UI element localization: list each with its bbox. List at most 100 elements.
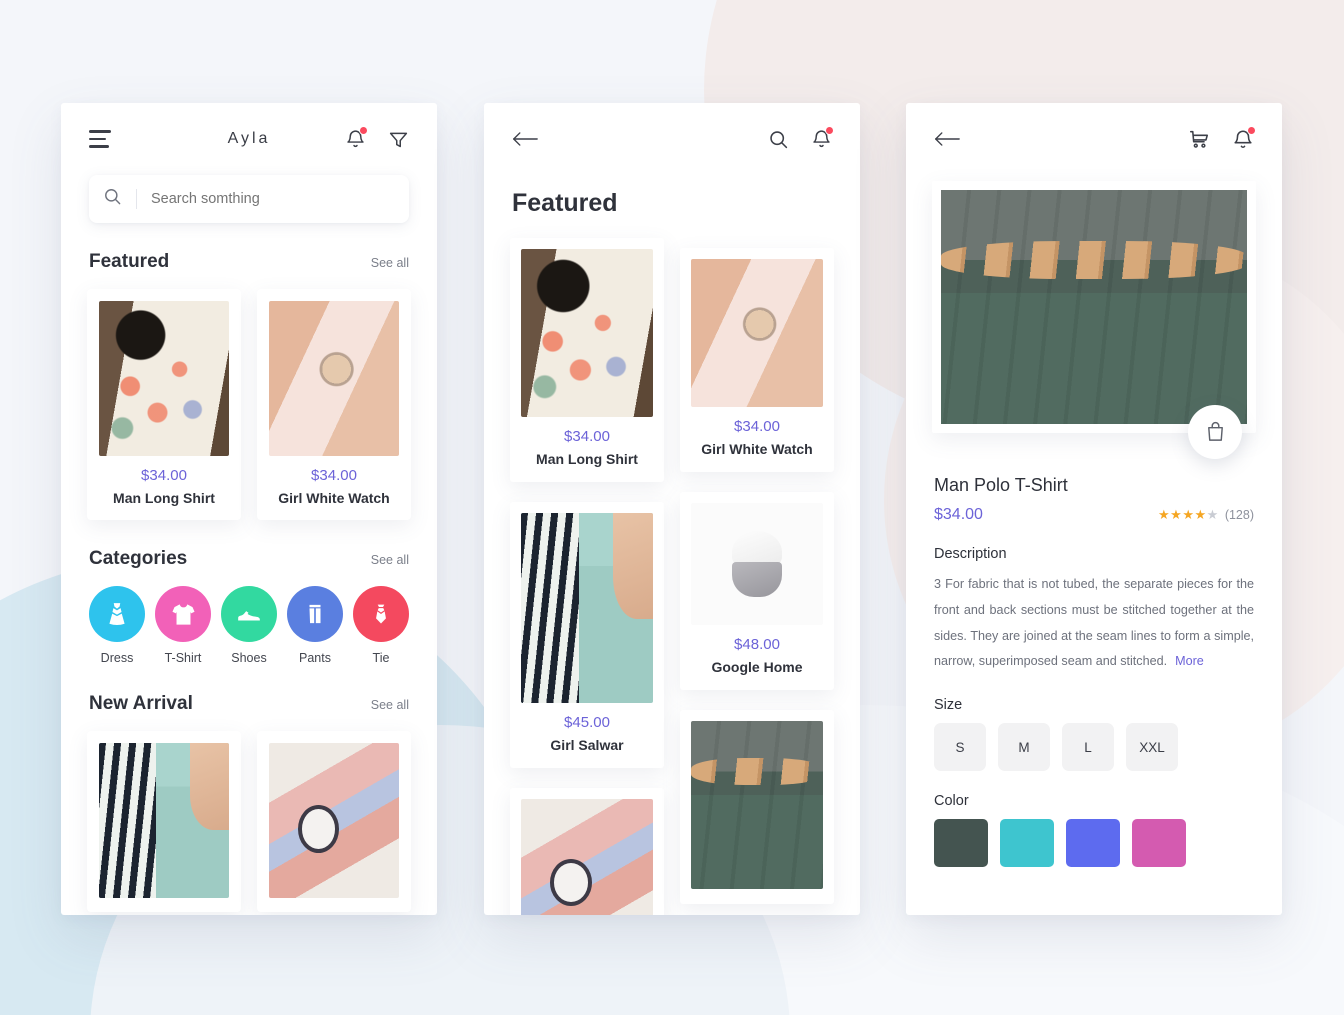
product-thumbnail — [99, 301, 229, 456]
man-long-shirt-image — [521, 249, 653, 417]
cart-icon[interactable] — [1188, 128, 1210, 150]
search-icon[interactable] — [768, 129, 789, 150]
back-arrow-icon[interactable] — [512, 129, 538, 149]
shopping-bag-icon[interactable] — [1188, 405, 1242, 459]
product-price: $34.00 — [141, 467, 187, 484]
back-arrow-icon[interactable] — [934, 129, 960, 149]
product-card[interactable]: $34.00 Girl White Watch — [257, 289, 411, 520]
google-home-image — [691, 503, 823, 625]
category-item-dress[interactable]: Dress — [89, 586, 145, 665]
product-card[interactable]: $34.00 Man Long Shirt — [510, 238, 664, 482]
category-item-pants[interactable]: Pants — [287, 586, 343, 665]
category-item-tshirt[interactable]: T-Shirt — [155, 586, 211, 665]
categories-row: Dress T-Shirt Shoes Pants Tie — [61, 586, 437, 665]
google-home-device — [731, 531, 783, 597]
girl-white-watch-image — [269, 301, 399, 456]
product-price: $34.00 — [564, 428, 610, 445]
category-item-shoes[interactable]: Shoes — [221, 586, 277, 665]
masonry-column-right: $34.00 Girl White Watch $48.00 Google Ho… — [680, 238, 834, 915]
hamburger-line — [89, 137, 106, 141]
product-hero-image — [941, 190, 1247, 424]
man-long-shirt-image — [99, 301, 229, 456]
product-card[interactable]: $34.00 Girl White Watch — [680, 248, 834, 472]
page-title: Featured — [512, 189, 618, 217]
search-input[interactable] — [151, 191, 395, 207]
hero-image-section — [906, 181, 1282, 459]
tie-icon — [353, 586, 409, 642]
product-title: Man Polo T-Shirt — [934, 475, 1068, 495]
review-count: (128) — [1224, 508, 1254, 522]
product-name: Google Home — [711, 659, 803, 675]
category-item-tie[interactable]: Tie — [353, 586, 409, 665]
google-home-top — [731, 531, 783, 566]
product-price: $48.00 — [734, 636, 780, 653]
girl-salwar-image — [99, 743, 229, 898]
product-thumbnail — [691, 721, 823, 889]
color-swatch-cyan[interactable] — [1000, 819, 1054, 868]
product-card[interactable]: $34.00 Man Long Shirt — [87, 289, 241, 520]
tshirt-icon — [155, 586, 211, 642]
pants-icon — [287, 586, 343, 642]
product-thumbnail — [99, 743, 229, 898]
pink-watch-image — [521, 799, 653, 915]
bell-icon[interactable] — [1232, 125, 1256, 151]
product-card[interactable] — [87, 731, 241, 912]
google-home-base — [731, 562, 783, 597]
product-name: Man Long Shirt — [113, 490, 215, 506]
size-option-m[interactable]: M — [998, 723, 1050, 772]
detail-topbar — [906, 103, 1282, 175]
star-rating-icon: ★★★★★ — [1158, 507, 1219, 522]
phone-screen-home: Ayla Search somthing Featured See all $3… — [61, 103, 437, 915]
price-rating-row: $34.00 ★★★★★ (128) — [934, 506, 1254, 524]
size-option-l[interactable]: L — [1062, 723, 1114, 772]
featured-product-row: $34.00 Man Long Shirt $34.00 Girl White … — [61, 289, 437, 520]
girl-white-watch-image — [691, 259, 823, 407]
detail-topbar-actions — [1188, 125, 1256, 151]
size-option-xxl[interactable]: XXL — [1126, 723, 1178, 772]
new-arrival-section-header: New Arrival See all — [61, 693, 437, 715]
product-card[interactable] — [510, 788, 664, 915]
product-card[interactable]: $45.00 Girl Salwar — [510, 502, 664, 768]
featured-topbar — [484, 103, 860, 175]
product-description: 3 For fabric that is not tubed, the sepa… — [934, 572, 1254, 675]
green-tshirts-image — [691, 721, 823, 889]
product-name: Girl Salwar — [550, 737, 624, 753]
hamburger-icon[interactable] — [89, 130, 111, 148]
section-title: Categories — [89, 548, 188, 569]
product-thumbnail — [691, 259, 823, 407]
see-all-categories[interactable]: See all — [371, 553, 409, 567]
size-options: S M L XXL — [934, 723, 1254, 772]
category-label: Shoes — [231, 651, 267, 665]
product-thumbnail — [521, 249, 653, 417]
category-label: Pants — [299, 651, 331, 665]
phone-screen-detail: Man Polo T-Shirt $34.00 ★★★★★ (128) Desc… — [906, 103, 1282, 915]
home-topbar-actions — [345, 126, 409, 150]
hero-card — [932, 181, 1256, 433]
search-bar[interactable] — [89, 175, 409, 223]
size-option-s[interactable]: S — [934, 723, 986, 772]
hamburger-line — [89, 145, 109, 148]
product-card[interactable] — [257, 731, 411, 912]
bell-icon[interactable] — [345, 126, 368, 150]
see-all-new-arrival[interactable]: See all — [371, 698, 409, 712]
hamburger-line — [89, 130, 111, 133]
product-card[interactable] — [680, 710, 834, 904]
product-price: $45.00 — [564, 714, 610, 731]
color-label: Color — [934, 793, 969, 810]
see-all-featured[interactable]: See all — [371, 256, 409, 270]
girl-salwar-image — [521, 513, 653, 703]
product-name: Girl White Watch — [701, 441, 813, 457]
color-swatch-green[interactable] — [934, 819, 988, 868]
more-link[interactable]: More — [1175, 654, 1204, 668]
featured-section-header: Featured See all — [61, 251, 437, 273]
bell-icon[interactable] — [811, 126, 834, 150]
search-divider — [136, 189, 137, 209]
filter-icon[interactable] — [388, 129, 409, 150]
notification-badge — [825, 126, 834, 135]
search-icon — [103, 187, 122, 211]
product-card[interactable]: $48.00 Google Home — [680, 492, 834, 690]
product-price: $34.00 — [934, 506, 983, 523]
color-swatch-pink[interactable] — [1132, 819, 1186, 868]
color-swatch-blue[interactable] — [1066, 819, 1120, 868]
size-label: Size — [934, 697, 963, 714]
